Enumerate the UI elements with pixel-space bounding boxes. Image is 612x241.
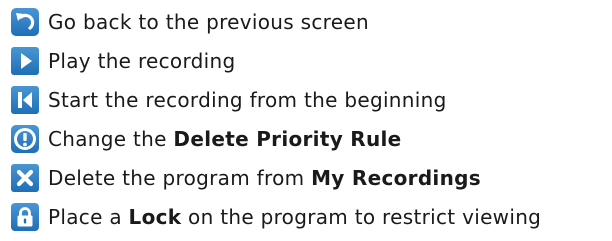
legend-text-lock: Place a Lock on the program to restrict …	[48, 205, 542, 229]
legend-row-priority: Change the Delete Priority Rule	[10, 122, 402, 156]
delete-x-icon	[10, 163, 40, 193]
legend-text-play: Play the recording	[48, 49, 236, 73]
lock-icon	[10, 202, 40, 232]
legend-row-restart: Start the recording from the beginning	[10, 83, 447, 117]
legend-text-delete: Delete the program from My Recordings	[48, 166, 481, 190]
legend-text-priority: Change the Delete Priority Rule	[48, 127, 402, 151]
legend-text-restart: Start the recording from the beginning	[48, 88, 447, 112]
back-arrow-icon	[10, 7, 40, 37]
exclamation-icon	[10, 124, 40, 154]
legend-row-lock: Place a Lock on the program to restrict …	[10, 200, 541, 234]
skip-to-start-icon	[10, 85, 40, 115]
button-legend: Go back to the previous screen Play the …	[0, 0, 612, 241]
legend-row-play: Play the recording	[10, 44, 235, 78]
legend-text-back: Go back to the previous screen	[48, 10, 369, 34]
legend-row-delete: Delete the program from My Recordings	[10, 161, 481, 195]
legend-row-back: Go back to the previous screen	[10, 5, 369, 39]
play-icon	[10, 46, 40, 76]
